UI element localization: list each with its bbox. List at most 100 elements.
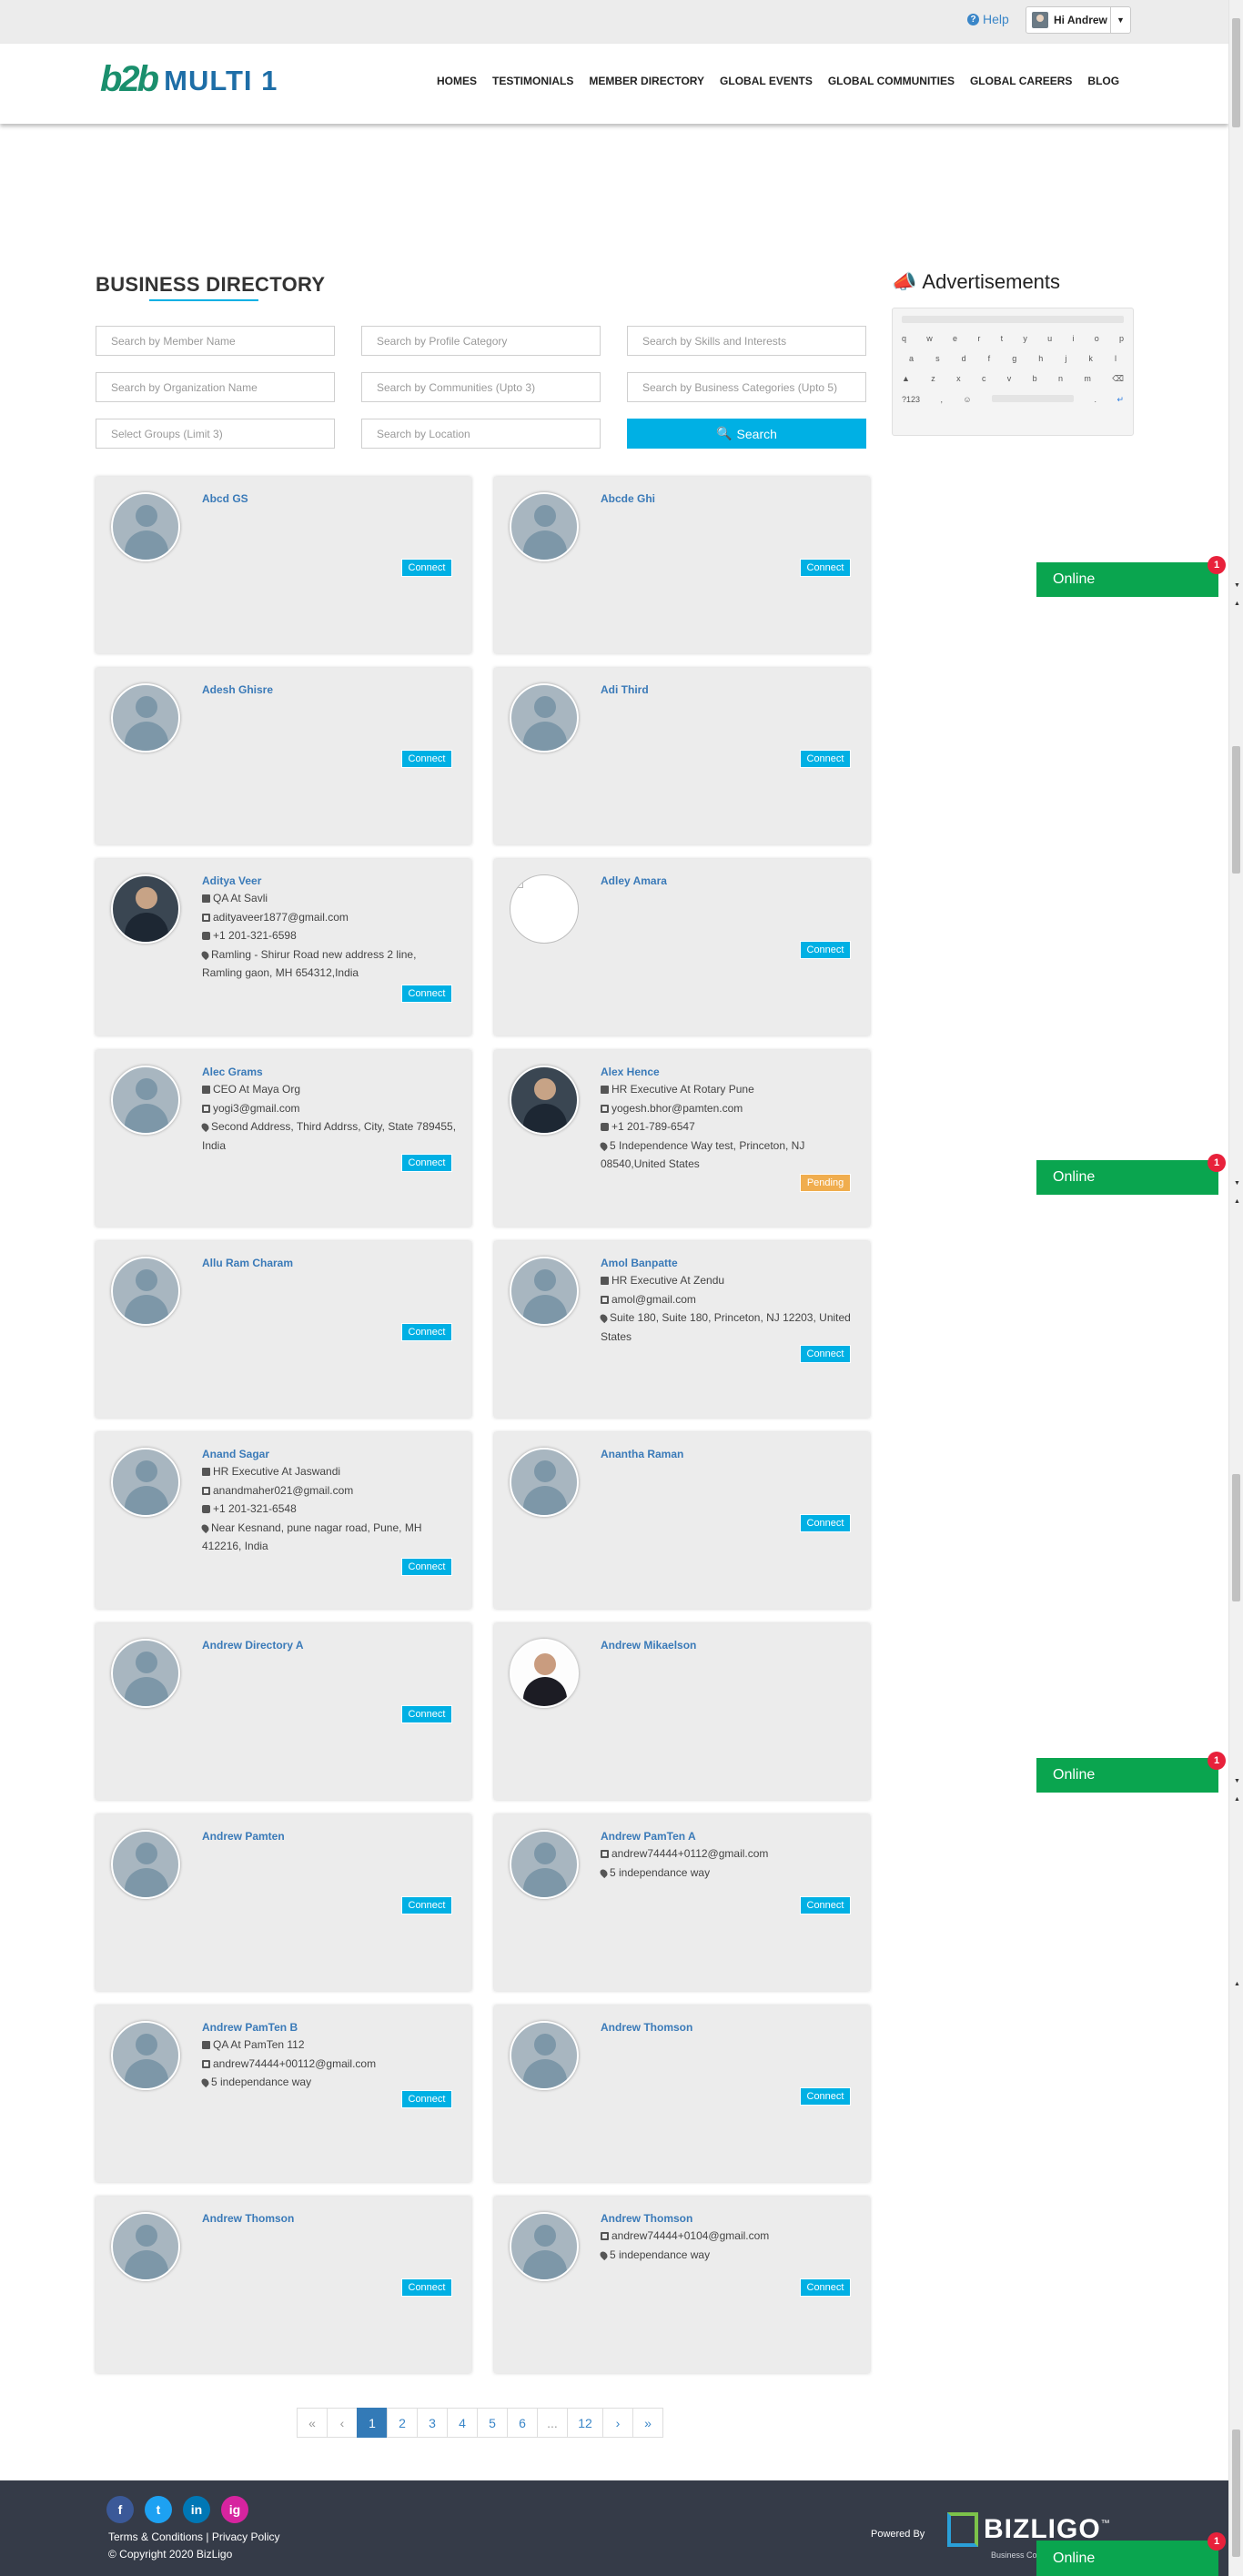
member-name-link[interactable]: Abcde Ghi <box>601 490 857 507</box>
organization-input[interactable] <box>96 372 335 402</box>
avatar[interactable] <box>111 2021 180 2090</box>
search-button[interactable]: 🔍 Search <box>627 419 866 449</box>
nav-item-blog[interactable]: BLOG <box>1087 75 1119 87</box>
member-name-input[interactable] <box>96 326 335 356</box>
groups-select[interactable] <box>96 419 335 449</box>
next-page-link[interactable]: › <box>602 2408 633 2438</box>
chevron-up-icon[interactable]: ▲ <box>1234 1981 1240 1987</box>
member-name-link[interactable]: Amol Banpatte <box>601 1255 857 1271</box>
member-name-link[interactable]: Anand Sagar <box>202 1446 459 1462</box>
connect-button[interactable]: Connect <box>401 1323 452 1341</box>
last-page-link[interactable]: » <box>632 2408 663 2438</box>
page-link-3[interactable]: 3 <box>417 2408 448 2438</box>
avatar[interactable] <box>111 2212 180 2281</box>
member-name-link[interactable]: Alex Hence <box>601 1064 857 1080</box>
connect-button[interactable]: Connect <box>401 1558 452 1576</box>
page-link-5[interactable]: 5 <box>477 2408 508 2438</box>
chevron-down-icon[interactable]: ▼ <box>1234 1778 1240 1784</box>
facebook-icon[interactable]: f <box>106 2496 134 2523</box>
avatar[interactable] <box>510 874 579 944</box>
nav-item-global-careers[interactable]: GLOBAL CAREERS <box>970 75 1072 87</box>
scrollbar-thumb[interactable] <box>1232 1474 1240 1601</box>
site-logo[interactable]: b2b MULTI 1 <box>100 58 278 100</box>
connect-button[interactable]: Connect <box>800 2087 851 2106</box>
avatar[interactable] <box>111 1830 180 1899</box>
avatar[interactable] <box>111 492 180 561</box>
linkedin-icon[interactable]: in <box>183 2496 210 2523</box>
chevron-down-icon[interactable]: ▼ <box>1234 1180 1240 1187</box>
member-name-link[interactable]: Andrew Thomson <box>601 2019 857 2036</box>
connect-button[interactable]: Connect <box>401 2090 452 2108</box>
member-name-link[interactable]: Andrew Directory A <box>202 1637 459 1653</box>
member-name-link[interactable]: Adesh Ghisre <box>202 682 459 698</box>
avatar[interactable] <box>111 1639 180 1708</box>
nav-item-global-communities[interactable]: GLOBAL COMMUNITIES <box>828 75 955 87</box>
user-menu-button[interactable]: Hi Andrew ▼ <box>1026 6 1131 34</box>
member-name-link[interactable]: Andrew Thomson <box>601 2210 857 2227</box>
footer-links[interactable]: Terms & Conditions | Privacy Policy <box>108 2531 280 2543</box>
avatar[interactable] <box>510 1448 579 1517</box>
first-page-link[interactable]: « <box>297 2408 328 2438</box>
communities-input[interactable] <box>361 372 601 402</box>
page-scrollbar[interactable] <box>1228 0 1243 2576</box>
online-chat-widget[interactable]: Online <box>1036 1160 1218 1195</box>
member-name-link[interactable]: Alec Grams <box>202 1064 459 1080</box>
connect-button[interactable]: Connect <box>800 1345 851 1363</box>
member-name-link[interactable]: Andrew Pamten <box>202 1828 459 1844</box>
member-name-link[interactable]: Andrew PamTen A <box>601 1828 857 1844</box>
connect-button[interactable]: Connect <box>401 1705 452 1723</box>
connect-button[interactable]: Connect <box>800 1514 851 1532</box>
avatar[interactable] <box>510 492 579 561</box>
online-chat-widget[interactable]: Online <box>1036 2541 1218 2576</box>
avatar[interactable] <box>111 1448 180 1517</box>
page-link-12[interactable]: 12 <box>567 2408 603 2438</box>
connect-button[interactable]: Connect <box>401 750 452 768</box>
avatar[interactable] <box>510 1257 579 1326</box>
connect-button[interactable]: Connect <box>401 1154 452 1172</box>
page-link-6[interactable]: 6 <box>507 2408 538 2438</box>
business-categories-input[interactable] <box>627 372 866 402</box>
prev-page-link[interactable]: ‹ <box>327 2408 358 2438</box>
member-name-link[interactable]: Adi Third <box>601 682 857 698</box>
connect-button[interactable]: Connect <box>401 559 452 577</box>
member-name-link[interactable]: Aditya Veer <box>202 873 459 889</box>
chevron-up-icon[interactable]: ▲ <box>1234 1796 1240 1803</box>
chevron-down-icon[interactable]: ▼ <box>1234 582 1240 589</box>
nav-item-testimonials[interactable]: TESTIMONIALS <box>492 75 573 87</box>
page-link-4[interactable]: 4 <box>447 2408 478 2438</box>
member-name-link[interactable]: Abcd GS <box>202 490 459 507</box>
advertisement-banner[interactable]: q w e r t y u i o p a s d f g h j k l ▲ z x c v b n m ⌫ ?123 , … <box>892 308 1134 436</box>
member-name-link[interactable]: Anantha Raman <box>601 1446 857 1462</box>
online-chat-widget[interactable]: Online <box>1036 1758 1218 1793</box>
scrollbar-thumb[interactable] <box>1232 2430 1240 2557</box>
pending-button[interactable]: Pending <box>800 1174 851 1192</box>
chevron-up-icon[interactable]: ▲ <box>1234 1198 1240 1205</box>
member-name-link[interactable]: Allu Ram Charam <box>202 1255 459 1271</box>
avatar[interactable] <box>111 1257 180 1326</box>
avatar[interactable] <box>111 874 180 944</box>
page-link-2[interactable]: 2 <box>387 2408 418 2438</box>
nav-item-member-directory[interactable]: MEMBER DIRECTORY <box>589 75 704 87</box>
avatar[interactable] <box>510 2021 579 2090</box>
scrollbar-thumb[interactable] <box>1232 18 1240 127</box>
member-name-link[interactable]: Andrew Thomson <box>202 2210 459 2227</box>
location-input[interactable] <box>361 419 601 449</box>
connect-button[interactable]: Connect <box>800 2278 851 2297</box>
member-name-link[interactable]: Adley Amara <box>601 873 857 889</box>
help-link[interactable]: ? Help <box>967 12 1009 26</box>
nav-item-global-events[interactable]: GLOBAL EVENTS <box>720 75 813 87</box>
nav-item-homes[interactable]: HOMES <box>437 75 477 87</box>
connect-button[interactable]: Connect <box>401 1896 452 1914</box>
skills-input[interactable] <box>627 326 866 356</box>
caret-down-icon[interactable]: ▼ <box>1110 7 1130 33</box>
avatar[interactable] <box>111 1066 180 1135</box>
connect-button[interactable]: Connect <box>800 559 851 577</box>
avatar[interactable] <box>510 1066 579 1135</box>
avatar[interactable] <box>510 2212 579 2281</box>
connect-button[interactable]: Connect <box>800 1896 851 1914</box>
connect-button[interactable]: Connect <box>800 941 851 959</box>
instagram-icon[interactable]: ig <box>221 2496 248 2523</box>
twitter-icon[interactable]: t <box>145 2496 172 2523</box>
connect-button[interactable]: Connect <box>401 2278 452 2297</box>
avatar[interactable] <box>111 683 180 753</box>
